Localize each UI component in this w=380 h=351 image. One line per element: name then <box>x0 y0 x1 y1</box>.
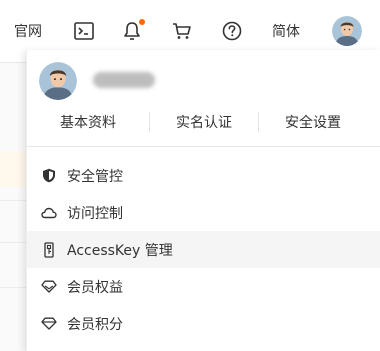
divider <box>27 146 380 147</box>
shield-icon <box>41 168 57 184</box>
tab-basic-info[interactable]: 基本资料 <box>27 112 149 132</box>
background-divider <box>0 287 26 288</box>
language-switch[interactable]: 简体 <box>266 17 306 45</box>
menu-item-label: 安全管控 <box>67 168 123 185</box>
avatar-icon <box>39 62 77 100</box>
menu-item-label: 访问控制 <box>67 205 123 222</box>
redacted-username <box>93 72 155 88</box>
menu-item-membership-points[interactable]: 会员积分 <box>27 305 380 342</box>
menu-item-label: AccessKey 管理 <box>67 242 173 259</box>
menu-item-access-control[interactable]: 访问控制 <box>27 194 380 231</box>
background-highlight-band <box>0 151 26 187</box>
diamond-points-icon <box>41 316 57 332</box>
avatar-icon <box>332 16 362 46</box>
account-menu: 安全管控 访问控制 AccessKey 管理 会员权益 会员积分 <box>27 157 380 342</box>
background-divider <box>0 242 26 243</box>
background-page <box>0 63 26 351</box>
menu-item-membership-benefits[interactable]: 会员权益 <box>27 268 380 305</box>
notification-dot <box>139 19 145 25</box>
menu-item-security-control[interactable]: 安全管控 <box>27 157 380 194</box>
terminal-icon <box>74 22 94 40</box>
notifications-button[interactable] <box>118 17 146 45</box>
background-divider <box>0 200 26 201</box>
cloud-icon <box>41 205 57 221</box>
menu-item-accesskey-management[interactable]: AccessKey 管理 <box>27 231 380 268</box>
profile-avatar <box>39 62 77 100</box>
cart-icon <box>172 22 192 40</box>
official-site-link[interactable]: 官网 <box>8 17 48 45</box>
user-avatar-button[interactable] <box>332 16 362 46</box>
profile-tabs: 基本资料 实名认证 安全设置 <box>27 110 380 134</box>
language-label: 简体 <box>272 24 300 40</box>
user-dropdown-panel: 基本资料 实名认证 安全设置 安全管控 访问控制 AccessKey 管理 会员… <box>26 50 380 351</box>
menu-item-label: 会员积分 <box>67 316 123 333</box>
help-button[interactable] <box>218 17 246 45</box>
diamond-icon <box>41 279 57 295</box>
official-site-label: 官网 <box>14 24 42 40</box>
help-icon <box>222 21 242 41</box>
tab-real-name-auth[interactable]: 实名认证 <box>150 112 258 132</box>
key-icon <box>41 241 57 258</box>
bell-icon <box>123 19 145 41</box>
cart-button[interactable] <box>168 17 196 45</box>
terminal-button[interactable] <box>70 17 98 45</box>
tab-security-settings[interactable]: 安全设置 <box>259 112 367 132</box>
menu-item-label: 会员权益 <box>67 279 123 296</box>
